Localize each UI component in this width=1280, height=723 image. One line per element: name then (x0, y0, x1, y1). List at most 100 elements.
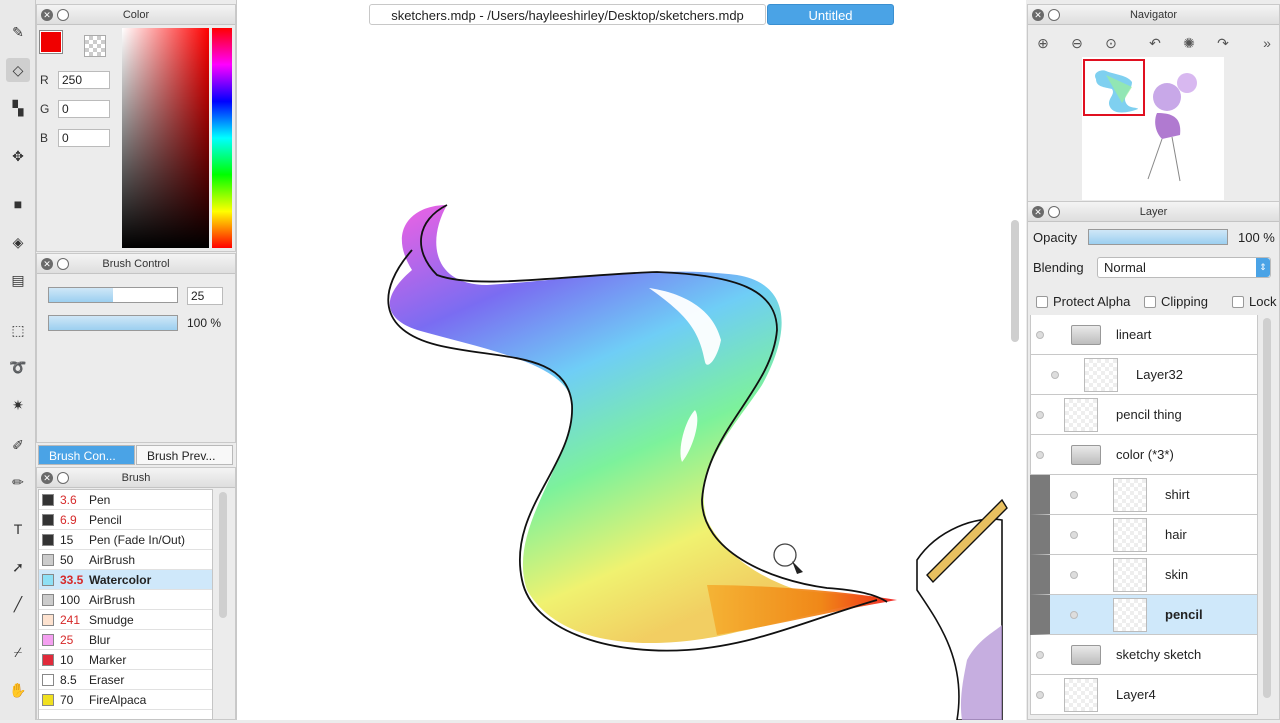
float-icon[interactable] (57, 472, 69, 484)
clipping-checkbox[interactable]: Clipping (1144, 294, 1208, 309)
brush-item[interactable]: 50 AirBrush (39, 550, 212, 570)
bucket-tool-icon[interactable]: ◈ (6, 230, 30, 254)
float-icon[interactable] (1048, 9, 1060, 21)
g-input[interactable]: 0 (58, 100, 110, 118)
visibility-icon[interactable] (1070, 571, 1078, 579)
pen-tool-icon[interactable]: ✎ (6, 20, 30, 44)
layer-row[interactable]: Layer4 (1030, 675, 1258, 715)
hue-slider[interactable] (212, 28, 232, 248)
brush-item[interactable]: 33.5 Watercolor (39, 570, 212, 590)
visibility-icon[interactable] (1070, 531, 1078, 539)
float-icon[interactable] (1048, 206, 1060, 218)
drawing-canvas[interactable] (236, 0, 1026, 721)
blending-select[interactable]: Normal ⇕ (1097, 257, 1271, 278)
navigator-preview[interactable] (1082, 57, 1224, 200)
layer-row[interactable]: color (*3*) (1030, 435, 1258, 475)
text-tool-icon[interactable]: T (6, 517, 30, 541)
reset-rotation-icon[interactable]: ✺ (1180, 34, 1198, 52)
layer-row[interactable]: Layer32 (1030, 355, 1258, 395)
close-icon[interactable]: ✕ (41, 9, 53, 21)
brush-opacity-slider[interactable] (48, 315, 178, 331)
layer-name: hair (1165, 527, 1187, 542)
eyedropper-tool-icon[interactable]: ⌿ (6, 640, 30, 664)
protect-alpha-checkbox[interactable]: Protect Alpha (1036, 294, 1130, 309)
layer-row[interactable]: sketchy sketch (1030, 635, 1258, 675)
b-input[interactable]: 0 (58, 129, 110, 147)
clipping-label: Clipping (1161, 294, 1208, 309)
move-tool-icon[interactable]: ✥ (6, 144, 30, 168)
brush-size-input[interactable]: 25 (187, 287, 223, 305)
layer-name: pencil (1165, 607, 1203, 622)
brush-item[interactable]: 70 FireAlpaca (39, 690, 212, 710)
layer-thumbnail (1113, 558, 1147, 592)
brush-list-scrollbar[interactable] (219, 492, 227, 618)
brush-item[interactable]: 10 Marker (39, 650, 212, 670)
float-icon[interactable] (57, 9, 69, 21)
brush-size: 33.5 (60, 573, 84, 587)
brush-size: 241 (60, 613, 81, 627)
close-icon[interactable]: ✕ (1032, 9, 1044, 21)
brush-name: Smudge (89, 613, 134, 627)
layer-row[interactable]: shirt (1030, 475, 1258, 515)
lock-checkbox[interactable]: Lock (1232, 294, 1276, 309)
magic-wand-tool-icon[interactable]: ✷ (6, 393, 30, 417)
visibility-icon[interactable] (1070, 491, 1078, 499)
brush-item[interactable]: 100 AirBrush (39, 590, 212, 610)
brush-item[interactable]: 15 Pen (Fade In/Out) (39, 530, 212, 550)
eraser-tool-icon[interactable]: ◇ (6, 58, 30, 82)
fill-rect-tool-icon[interactable]: ■ (6, 192, 30, 216)
layer-list-scrollbar[interactable] (1263, 318, 1271, 698)
r-input[interactable]: 250 (58, 71, 110, 89)
tab-brush-control[interactable]: Brush Con... (38, 445, 135, 465)
close-icon[interactable]: ✕ (41, 258, 53, 270)
zoom-fit-icon[interactable]: ⊙ (1102, 34, 1120, 52)
visibility-icon[interactable] (1036, 691, 1044, 699)
layer-row[interactable]: hair (1030, 515, 1258, 555)
foreground-color-swatch[interactable] (40, 31, 62, 53)
operation-tool-icon[interactable]: ➚ (6, 555, 30, 579)
visibility-icon[interactable] (1036, 411, 1044, 419)
dot-tool-icon[interactable]: ▚ (6, 96, 30, 120)
float-icon[interactable] (57, 258, 69, 270)
background-color-swatch[interactable] (84, 35, 106, 57)
document-tab-sketchers[interactable]: sketchers.mdp - /Users/hayleeshirley/Des… (369, 4, 766, 25)
visibility-icon[interactable] (1036, 331, 1044, 339)
layer-row[interactable]: pencil thing (1030, 395, 1258, 435)
divide-tool-icon[interactable]: ╱ (6, 592, 30, 616)
more-icon[interactable]: » (1258, 34, 1276, 52)
layer-row[interactable]: pencil (1030, 595, 1258, 635)
brush-item[interactable]: 25 Blur (39, 630, 212, 650)
rotate-right-icon[interactable]: ↷ (1214, 34, 1232, 52)
layer-opacity-slider[interactable] (1088, 229, 1228, 245)
layer-row[interactable]: skin (1030, 555, 1258, 595)
gradient-tool-icon[interactable]: ▤ (6, 268, 30, 292)
brush-item[interactable]: 8.5 Eraser (39, 670, 212, 690)
hand-tool-icon[interactable]: ✋ (6, 678, 30, 702)
r-label: R (40, 73, 49, 87)
visibility-icon[interactable] (1036, 451, 1044, 459)
close-icon[interactable]: ✕ (1032, 206, 1044, 218)
layer-row[interactable]: lineart (1030, 315, 1258, 355)
zoom-out-icon[interactable]: ⊖ (1068, 34, 1086, 52)
brush-item[interactable]: 241 Smudge (39, 610, 212, 630)
close-icon[interactable]: ✕ (41, 472, 53, 484)
lasso-tool-icon[interactable]: ➰ (6, 355, 30, 379)
visibility-icon[interactable] (1051, 371, 1059, 379)
zoom-in-icon[interactable]: ⊕ (1034, 34, 1052, 52)
brush-size-slider[interactable] (48, 287, 178, 303)
select-tool-icon[interactable]: ⬚ (6, 318, 30, 342)
visibility-icon[interactable] (1070, 611, 1078, 619)
canvas-vertical-scrollbar[interactable] (1011, 220, 1019, 342)
saturation-value-picker[interactable] (122, 28, 209, 248)
tab-brush-preview[interactable]: Brush Prev... (136, 445, 233, 465)
select-eraser-tool-icon[interactable]: ✏ (6, 470, 30, 494)
select-pen-tool-icon[interactable]: ✐ (6, 433, 30, 457)
g-label: G (40, 102, 50, 116)
brush-item[interactable]: 3.6 Pen (39, 490, 212, 510)
brush-item[interactable]: 6.9 Pencil (39, 510, 212, 530)
document-tab-untitled[interactable]: Untitled (767, 4, 894, 25)
brush-size: 8.5 (60, 673, 77, 687)
visibility-icon[interactable] (1036, 651, 1044, 659)
rotate-left-icon[interactable]: ↶ (1146, 34, 1164, 52)
layer-thumbnail (1064, 678, 1098, 712)
